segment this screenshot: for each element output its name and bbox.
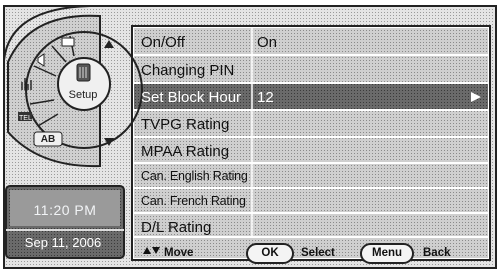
- menu-item-can-english-rating[interactable]: Can. English Rating: [141, 169, 248, 183]
- clock-date: Sep 11, 2006: [24, 235, 102, 250]
- menu-item-can-french-rating[interactable]: Can. French Rating: [141, 194, 246, 208]
- menu-item-on-off[interactable]: On/Off: [141, 34, 185, 51]
- ab-label[interactable]: AB: [33, 134, 63, 145]
- back-hint: Back: [423, 247, 451, 259]
- ok-button[interactable]: OK: [246, 243, 294, 264]
- menu-item-tvpg-rating[interactable]: TVPG Rating: [141, 116, 229, 133]
- tv-icon: [61, 37, 75, 47]
- menu-item-dl-rating[interactable]: D/L Rating: [141, 219, 211, 236]
- menu-row: [134, 28, 488, 54]
- select-hint: Select: [301, 247, 335, 259]
- svg-text:TEL: TEL: [19, 115, 32, 122]
- setup-label[interactable]: Setup: [64, 89, 102, 101]
- menu-value-on-off: On: [257, 34, 278, 51]
- menu-item-mpaa-rating[interactable]: MPAA Rating: [141, 143, 229, 160]
- menu-button[interactable]: Menu: [360, 243, 414, 264]
- move-hint: Move: [164, 247, 194, 259]
- clock-time: 11:20 PM: [33, 202, 97, 218]
- parental-control-screen: TEL 11:20 PM Sep 11, 2006 Setup AB On/Of…: [0, 0, 503, 277]
- menu-item-set-block-hour[interactable]: Set Block Hour: [141, 89, 241, 106]
- menu-item-changing-pin[interactable]: Changing PIN: [141, 62, 234, 79]
- menu-value-set-block-hour: 12: [257, 89, 274, 106]
